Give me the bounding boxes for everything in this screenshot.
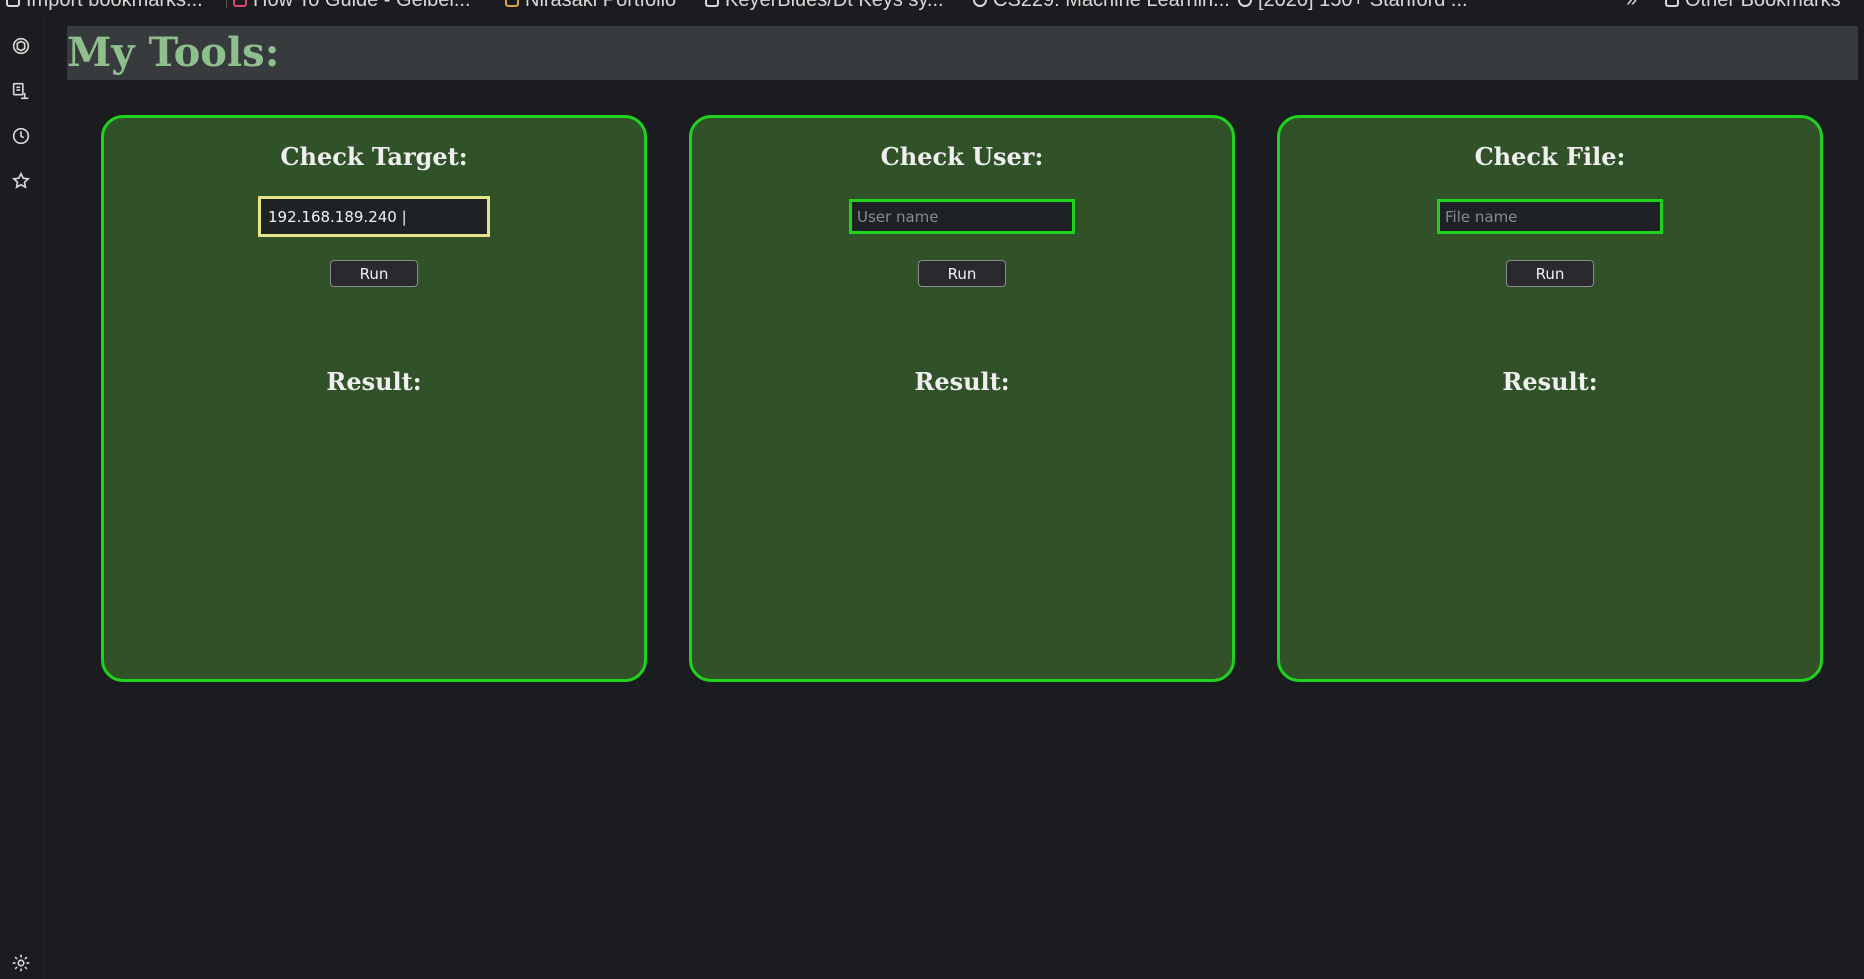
chevron-double-right-icon: » (1626, 0, 1637, 10)
bookmark-how-to-guide[interactable]: How To Guide - Gelbel... (226, 0, 471, 10)
run-button[interactable]: Run (330, 260, 418, 287)
bookmarks-bar: Import bookmarks... How To Guide - Gelbe… (0, 0, 1864, 10)
other-bookmarks-label: Other Bookmarks (1685, 0, 1841, 10)
bookmark-portfolio[interactable]: Nirasaki Portfolio (505, 0, 676, 10)
bookmark-stanford[interactable]: [2020] 150+ Stanford ... (1238, 0, 1468, 10)
chatgpt-icon[interactable] (8, 33, 34, 59)
bookmark-label: Nirasaki Portfolio (525, 0, 676, 10)
check-file-card: Check File: Run Result: (1277, 115, 1823, 682)
other-bookmarks[interactable]: Other Bookmarks (1665, 0, 1841, 10)
page-header: My Tools: (67, 26, 1858, 80)
file-name-input[interactable] (1437, 199, 1663, 234)
user-name-input[interactable] (849, 199, 1075, 234)
import-icon (6, 0, 20, 7)
github-icon (705, 0, 719, 7)
bookmark-favicon-icon (233, 0, 247, 7)
folder-icon (1665, 0, 1679, 7)
target-input[interactable] (259, 197, 489, 236)
card-title: Check Target: (280, 142, 468, 171)
bookmarks-overflow-button[interactable]: » (1626, 0, 1637, 10)
check-user-card: Check User: Run Result: (689, 115, 1235, 682)
run-button[interactable]: Run (918, 260, 1006, 287)
result-label: Result: (326, 367, 422, 396)
bookmark-keys[interactable]: KeyerBlues/Dt Keys sy... (705, 0, 944, 10)
bookmark-label: Import bookmarks... (26, 0, 203, 10)
bookmark-label: KeyerBlues/Dt Keys sy... (725, 0, 944, 10)
result-label: Result: (1502, 367, 1598, 396)
favorites-star-icon[interactable] (8, 168, 34, 194)
bookmark-separator (226, 0, 227, 8)
browser-sidebar (0, 10, 44, 979)
check-target-card: Check Target: Run Result: (101, 115, 647, 682)
globe-icon (973, 0, 987, 7)
reading-list-icon[interactable] (8, 78, 34, 104)
card-title: Check File: (1474, 142, 1626, 171)
bookmark-label: CS229: Machine Learnin... (993, 0, 1230, 10)
card-title: Check User: (880, 142, 1044, 171)
globe-icon (1238, 0, 1252, 7)
page-content: My Tools: Check Target: Run Result: Chec… (45, 10, 1864, 979)
bookmark-label: [2020] 150+ Stanford ... (1258, 0, 1468, 10)
bookmark-favicon-icon (505, 0, 519, 7)
bookmark-cs229[interactable]: CS229: Machine Learnin... (973, 0, 1230, 10)
run-button[interactable]: Run (1506, 260, 1594, 287)
bookmark-label: How To Guide - Gelbel... (253, 0, 471, 10)
result-label: Result: (914, 367, 1010, 396)
settings-gear-icon[interactable] (8, 950, 34, 976)
bookmark-import[interactable]: Import bookmarks... (6, 0, 203, 10)
page-title: My Tools: (67, 29, 280, 76)
history-icon[interactable] (8, 123, 34, 149)
